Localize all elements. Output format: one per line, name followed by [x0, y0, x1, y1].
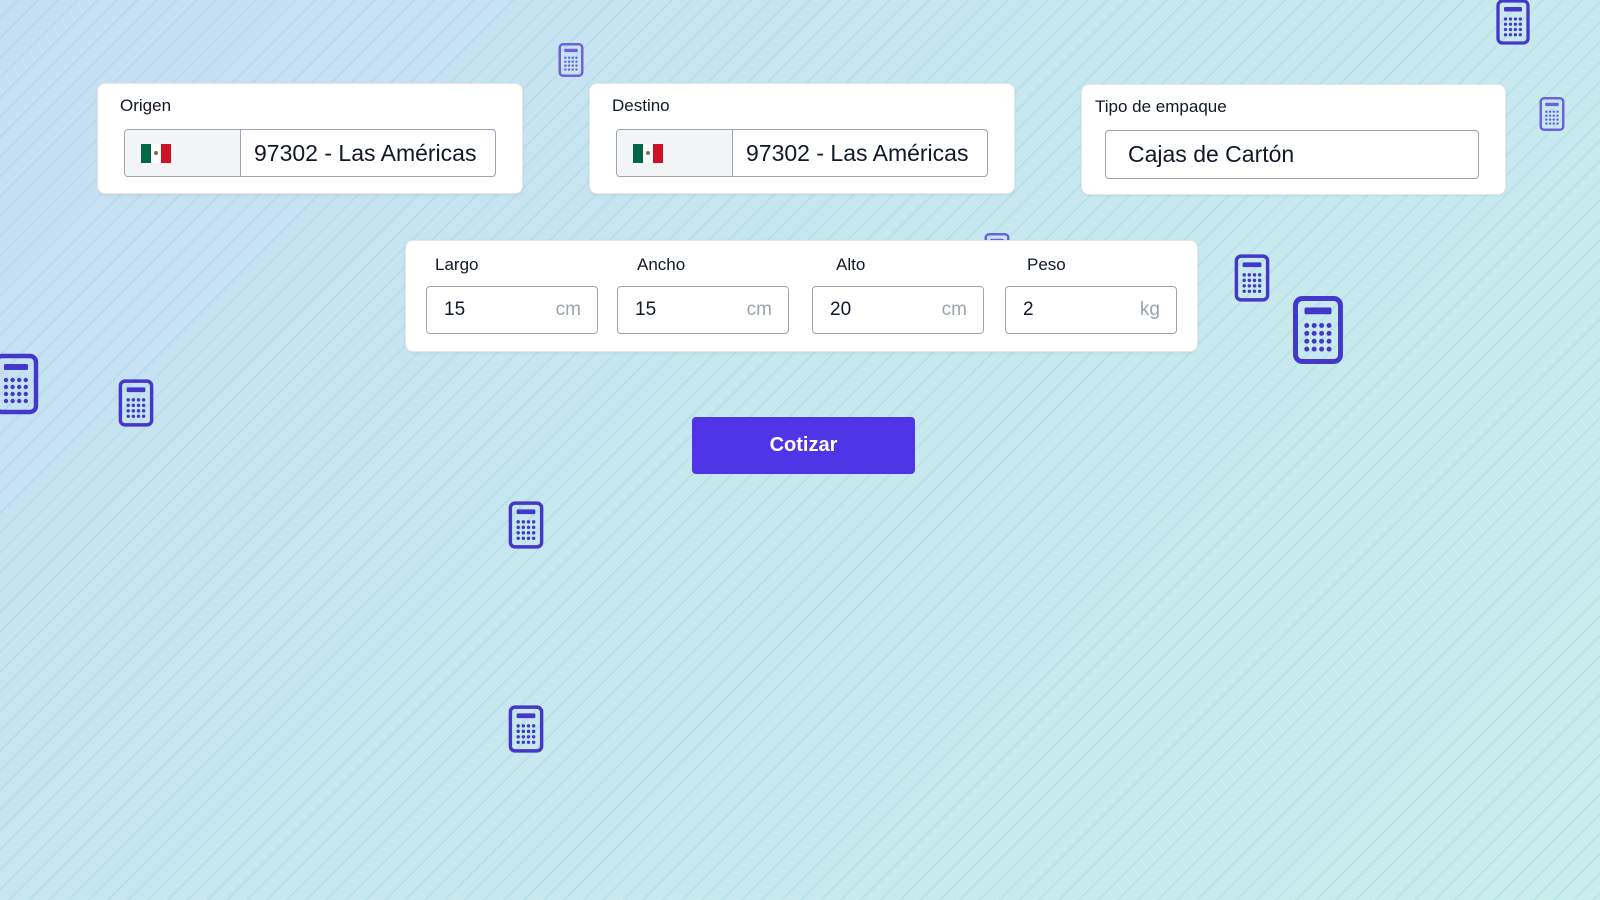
weight-label: Peso: [1027, 255, 1066, 274]
width-unit: cm: [746, 299, 772, 320]
width-input[interactable]: 15 cm: [617, 286, 789, 334]
dimensions-card: Largo 15 cm Ancho 15 cm Alto 20 cm Peso …: [405, 240, 1198, 352]
calculator-icon: [1233, 253, 1271, 303]
mexico-flag-icon: [141, 143, 171, 163]
destination-label: Destino: [612, 96, 670, 115]
width-label: Ancho: [637, 255, 686, 274]
width-value: 15: [635, 299, 657, 320]
height-label: Alto: [836, 255, 866, 274]
origin-label: Origen: [120, 96, 172, 115]
destination-card: Destino 97302 - Las Américas: [589, 83, 1015, 194]
calculator-icon: [1494, 0, 1532, 46]
packaging-label: Tipo de empaque: [1095, 97, 1227, 116]
origin-postal-input[interactable]: 97302 - Las Américas: [241, 130, 495, 176]
weight-unit: kg: [1139, 299, 1160, 320]
weight-value: 2: [1023, 299, 1034, 320]
calculator-icon: [117, 378, 155, 428]
length-label: Largo: [435, 255, 479, 274]
height-unit: cm: [941, 299, 967, 320]
packaging-select[interactable]: Cajas de Cartón: [1105, 130, 1479, 179]
mexico-flag-icon: [633, 143, 663, 163]
calculator-icon: [1538, 96, 1566, 132]
calculator-icon: [507, 704, 545, 754]
destination-country-selector[interactable]: [617, 130, 733, 176]
packaging-card: Tipo de empaque Cajas de Cartón: [1081, 84, 1506, 195]
calculator-icon: [557, 42, 585, 78]
length-input[interactable]: 15 cm: [426, 286, 598, 334]
height-input[interactable]: 20 cm: [812, 286, 984, 334]
origin-field[interactable]: 97302 - Las Américas: [124, 129, 496, 177]
height-value: 20: [830, 299, 852, 320]
destination-field[interactable]: 97302 - Las Américas: [616, 129, 988, 177]
weight-input[interactable]: 2 kg: [1005, 286, 1177, 334]
length-unit: cm: [555, 299, 581, 320]
length-value: 15: [444, 299, 466, 320]
quote-button[interactable]: Cotizar: [692, 417, 915, 474]
calculator-icon: [0, 348, 40, 420]
origin-card: Origen 97302 - Las Américas: [97, 83, 523, 194]
calculator-icon: [1291, 294, 1345, 366]
destination-postal-input[interactable]: 97302 - Las Américas: [733, 130, 987, 176]
calculator-icon: [507, 500, 545, 550]
origin-country-selector[interactable]: [125, 130, 241, 176]
